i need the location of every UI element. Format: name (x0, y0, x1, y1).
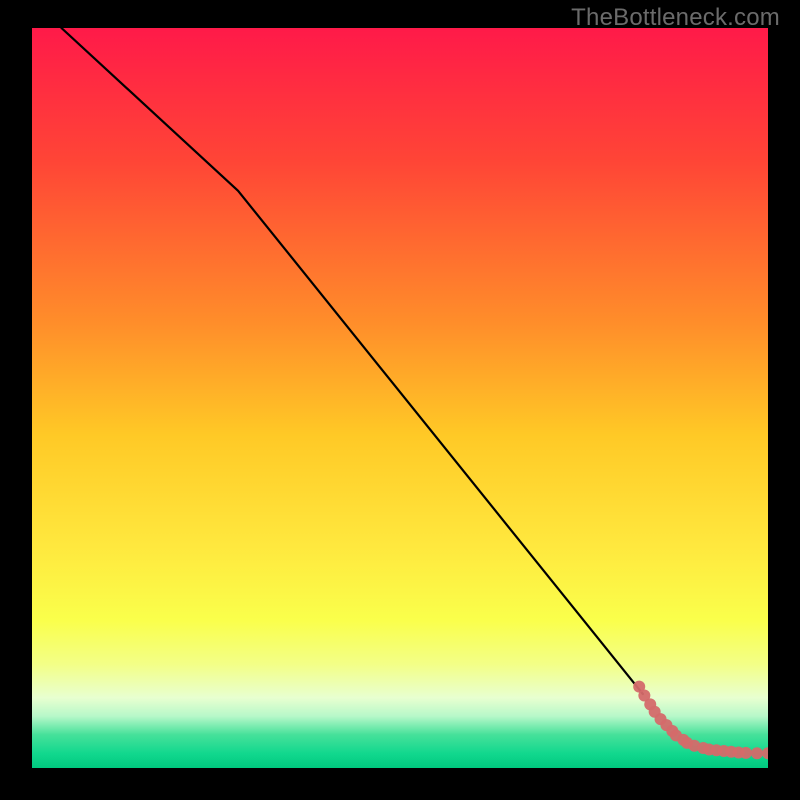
gradient-background (32, 28, 768, 768)
data-point (740, 747, 752, 759)
data-point (751, 747, 763, 759)
plot-canvas (32, 28, 768, 768)
plot-svg (32, 28, 768, 768)
chart-container: TheBottleneck.com (0, 0, 800, 800)
